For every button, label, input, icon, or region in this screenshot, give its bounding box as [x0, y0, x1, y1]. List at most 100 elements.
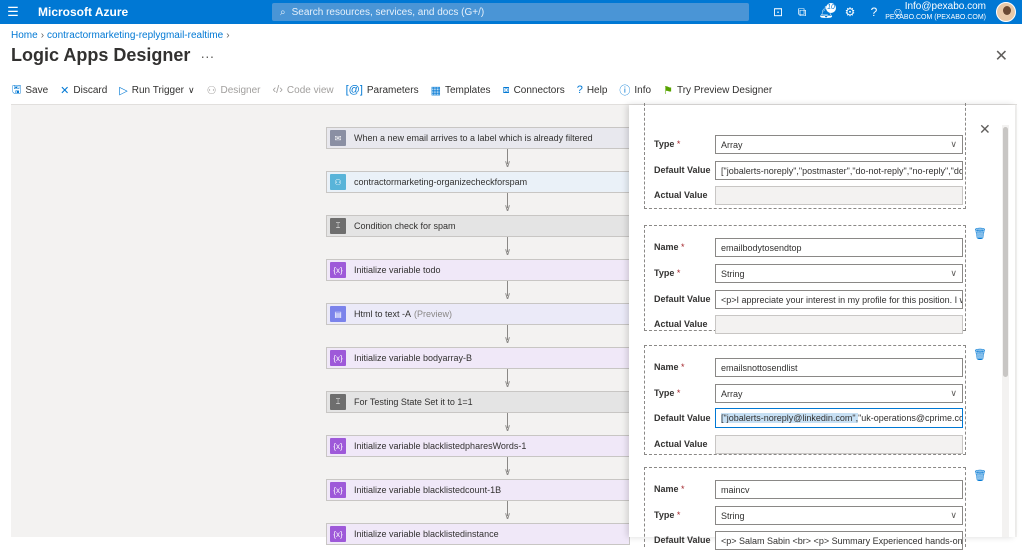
parameter-card: Name * emailsnottosendlist Type * Array ∨… [644, 345, 966, 455]
type-select[interactable]: String ∨ [715, 264, 963, 283]
page-title: Logic Apps Designer ··· [11, 45, 214, 66]
breadcrumb-separator: › [40, 30, 45, 41]
templates-button[interactable]: ▦ Templates [431, 84, 491, 97]
actual-value-label: Actual Value [654, 439, 708, 449]
parameters-panel: ✕ Type * Array ∨ Default Value ["jobalert… [629, 103, 1015, 550]
default-value-field[interactable]: ["jobalerts-noreply","postmaster","do-no… [715, 161, 963, 180]
step-label: Initialize variable blacklistedpharesWor… [354, 441, 527, 451]
close-icon[interactable]: ✕ [995, 46, 1008, 66]
workflow-step[interactable]: {x} Initialize variable todo [326, 259, 630, 281]
arrow-down-icon: ∨ [503, 335, 512, 346]
chevron-down-icon: ∨ [950, 510, 957, 520]
top-bar: ☰ Microsoft Azure ⌕ Search resources, se… [0, 0, 1022, 24]
brand-title[interactable]: Microsoft Azure [38, 5, 128, 19]
workflow-step[interactable]: ✉ When a new email arrives to a label whi… [326, 127, 630, 149]
info-label: Info [634, 84, 652, 96]
directory-filter-icon[interactable]: ⧉ [790, 5, 814, 20]
delete-icon[interactable]: 🗑︎ [973, 348, 987, 361]
info-button[interactable]: ⓘ Info [619, 82, 651, 98]
delete-icon[interactable]: 🗑︎ [973, 227, 987, 240]
designer-button[interactable]: ⚇ Designer [207, 84, 261, 97]
actual-value-label: Actual Value [654, 190, 708, 200]
breadcrumb: Home › contractormarketing-replygmail-real… [11, 30, 233, 41]
name-label: Name * [654, 242, 685, 252]
chevron-down-icon: ∨ [950, 139, 957, 149]
actual-value-field [715, 186, 963, 205]
workflow-step[interactable]: ▤ Html to text -A (Preview) [326, 303, 630, 325]
flag-icon: ⚑ [663, 84, 673, 97]
close-panel-icon[interactable]: ✕ [979, 121, 991, 138]
name-field[interactable]: emailbodytosendtop [715, 238, 963, 257]
breadcrumb-separator: › [226, 30, 230, 41]
notification-badge: 10 [826, 3, 836, 13]
discard-icon: ✕ [60, 84, 70, 97]
name-label: Name * [654, 484, 685, 494]
variable-icon: {x} [330, 438, 346, 454]
workflow-step[interactable]: ⌶ For Testing State Set it to 1=1 [326, 391, 630, 413]
toolbar: 🖫 Save ✕ Discard ▷ Run Trigger ∨ ⚇ Designer ‹… [12, 81, 784, 100]
name-field[interactable]: maincv [715, 480, 963, 499]
code-view-button[interactable]: ‹/› Code view [273, 84, 334, 96]
help-label: Help [586, 84, 608, 96]
question-icon: ? [576, 84, 583, 96]
workflow-step[interactable]: {x} Initialize variable blacklistedcount-… [326, 479, 630, 501]
type-select[interactable]: String ∨ [715, 506, 963, 525]
workflow-step[interactable]: ⚇ contractormarketing-organizecheckforspa… [326, 171, 630, 193]
breadcrumb-app[interactable]: contractormarketing-replygmail-realtime [47, 30, 223, 41]
gmail-icon: ✉ [330, 130, 346, 146]
step-label: Initialize variable blacklistedinstance [354, 529, 499, 539]
default-value-label: Default Value [654, 413, 711, 423]
scrollbar-thumb[interactable] [1003, 127, 1008, 377]
type-label: Type * [654, 510, 681, 520]
discard-button[interactable]: ✕ Discard [60, 84, 107, 97]
actual-value-label: Actual Value [654, 319, 708, 329]
type-value: String [721, 511, 745, 521]
preview-designer-button[interactable]: ⚑ Try Preview Designer [663, 84, 772, 97]
help-button[interactable]: ? Help [577, 84, 608, 96]
play-icon: ▷ [119, 84, 128, 97]
avatar[interactable] [996, 2, 1016, 22]
save-label: Save [25, 84, 49, 96]
type-select[interactable]: Array ∨ [715, 135, 963, 154]
type-label: Type * [654, 268, 681, 278]
notifications-icon[interactable]: 🔔︎ 10 [814, 3, 838, 19]
workflow-step[interactable]: {x} Initialize variable blacklistedinstan… [326, 523, 630, 545]
parameters-icon: [@] [345, 84, 363, 96]
help-icon[interactable]: ? [862, 5, 886, 19]
run-trigger-button[interactable]: ▷ Run Trigger ∨ [119, 84, 194, 97]
breadcrumb-home[interactable]: Home [11, 30, 38, 41]
delete-icon[interactable]: 🗑︎ [973, 469, 987, 482]
step-label: For Testing State Set it to 1=1 [354, 397, 473, 407]
cloud-shell-icon[interactable]: ⊡ [766, 5, 790, 19]
parameters-button[interactable]: [@] Parameters [346, 84, 419, 96]
account-info[interactable]: Info@pexabo.com PEXABO.COM (PEXABO.COM) [885, 2, 986, 22]
search-input[interactable]: ⌕ Search resources, services, and docs (… [272, 3, 749, 21]
designer-label: Designer [220, 84, 261, 96]
workflow-step[interactable]: {x} Initialize variable blacklistedphares… [326, 435, 630, 457]
workflow-step[interactable]: ⌶ Condition check for spam [326, 215, 630, 237]
account-directory: PEXABO.COM (PEXABO.COM) [885, 14, 986, 21]
info-icon: ⓘ [619, 85, 631, 97]
type-select[interactable]: Array ∨ [715, 384, 963, 403]
default-value-field[interactable]: <p>I appreciate your interest in my prof… [715, 290, 963, 309]
page-title-text: Logic Apps Designer [11, 45, 191, 65]
default-value-field[interactable]: ["jobalerts-noreply@linkedin.com","uk-op… [715, 408, 963, 428]
type-label: Type * [654, 388, 681, 398]
workflow-icon: ⚇ [330, 174, 346, 190]
connectors-label: Connectors [513, 84, 565, 96]
menu-icon[interactable]: ☰ [0, 4, 26, 20]
settings-icon[interactable]: ⚙ [838, 5, 862, 19]
templates-icon: ▦ [430, 84, 441, 97]
default-value-field[interactable]: <p> Salam Sabin <br> <p> Summary Experie… [715, 531, 963, 550]
variable-icon: {x} [330, 526, 346, 542]
type-label: Type * [654, 139, 681, 149]
more-options-button[interactable]: ··· [200, 48, 214, 64]
save-icon: 🖫 [12, 83, 22, 96]
discard-label: Discard [73, 84, 108, 96]
name-field[interactable]: emailsnottosendlist [715, 358, 963, 377]
workflow-step[interactable]: {x} Initialize variable bodyarray-B [326, 347, 630, 369]
chevron-down-icon: ∨ [188, 84, 195, 95]
connectors-button[interactable]: ⧈ Connectors [503, 84, 565, 97]
save-button[interactable]: 🖫 Save [12, 81, 48, 100]
parameters-label: Parameters [366, 84, 419, 96]
